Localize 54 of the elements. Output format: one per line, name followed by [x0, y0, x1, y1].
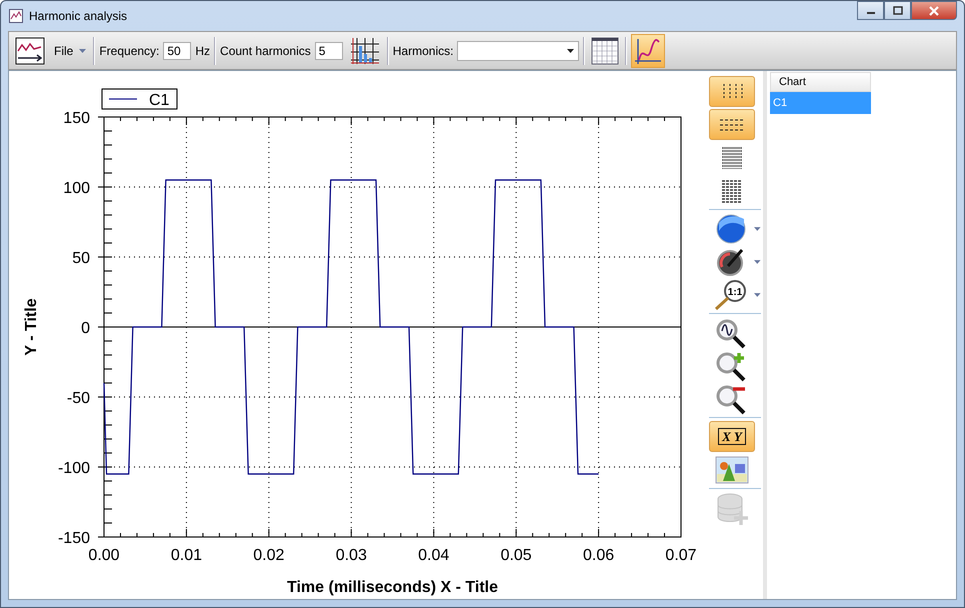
x-tick-label: 0.04	[418, 547, 450, 564]
sphere-icon	[714, 212, 747, 244]
x-tick-label: 0.03	[336, 547, 367, 564]
dropdown-arrow-icon[interactable]	[754, 260, 761, 264]
chart-icon	[9, 9, 23, 23]
bar-chart-icon	[348, 36, 381, 66]
xy-label: X Y	[718, 428, 746, 445]
file-menu[interactable]: File	[51, 44, 90, 58]
y-tick-label: 0	[81, 320, 90, 337]
legend: C1	[102, 88, 178, 110]
grid-icon	[591, 36, 620, 64]
frequency-label: Frequency:	[99, 44, 160, 58]
close-button[interactable]	[911, 1, 957, 20]
x-tick-label: 0.02	[253, 547, 284, 564]
count-harmonics-label: Count harmonics	[220, 44, 311, 58]
y-tick-label: 100	[63, 180, 90, 197]
x-tick-label: 0.00	[88, 547, 120, 564]
line-chart-icon	[15, 36, 45, 64]
minimize-icon	[866, 12, 874, 14]
vgrid-tool-button[interactable]	[709, 76, 755, 107]
close-icon	[928, 6, 940, 16]
x-tick-label: 0.06	[583, 547, 614, 564]
y-tick-label: 150	[63, 110, 90, 127]
legend-label: C1	[149, 92, 170, 109]
zoom-ratio-label: 1:1	[727, 286, 742, 298]
frequency-field[interactable]: 50	[163, 42, 192, 60]
dropdown-arrow-icon[interactable]	[754, 226, 761, 230]
caret-icon	[567, 48, 574, 52]
curve-axes-button[interactable]	[631, 34, 666, 68]
xy-tool-button[interactable]: X Y	[709, 421, 755, 452]
chart-button[interactable]	[13, 34, 47, 66]
y-tick-label: 50	[72, 250, 90, 267]
grid-button[interactable]	[589, 34, 622, 66]
caret-icon	[79, 48, 86, 52]
maximize-icon	[892, 6, 902, 16]
unit-label: Hz	[195, 44, 210, 58]
y-tick-label: -150	[58, 530, 90, 547]
count-harmonics-field[interactable]: 5	[314, 42, 343, 60]
harmonics-label: Harmonics:	[392, 44, 454, 58]
x-tick-label: 0.05	[500, 547, 532, 564]
x-axis-title: Time (milliseconds) X - Title	[287, 579, 498, 596]
window-title: Harmonic analysis	[29, 9, 128, 23]
zoom11-tool-button[interactable]: 1:1	[709, 279, 752, 310]
hgrid-tool-button[interactable]	[709, 109, 755, 140]
y-tick-label: -50	[66, 390, 90, 407]
maximize-button[interactable]	[884, 1, 911, 20]
column-header[interactable]: Chart	[770, 72, 871, 92]
x-tick-label: 0.01	[170, 547, 202, 564]
minimize-button[interactable]	[857, 1, 884, 20]
image-icon	[715, 456, 749, 484]
x-tick-label: 0.07	[665, 547, 697, 564]
y-tick-label: -100	[58, 460, 90, 477]
y-axis-title: Y - Title	[23, 298, 40, 356]
dropdown-arrow-icon[interactable]	[754, 292, 761, 296]
